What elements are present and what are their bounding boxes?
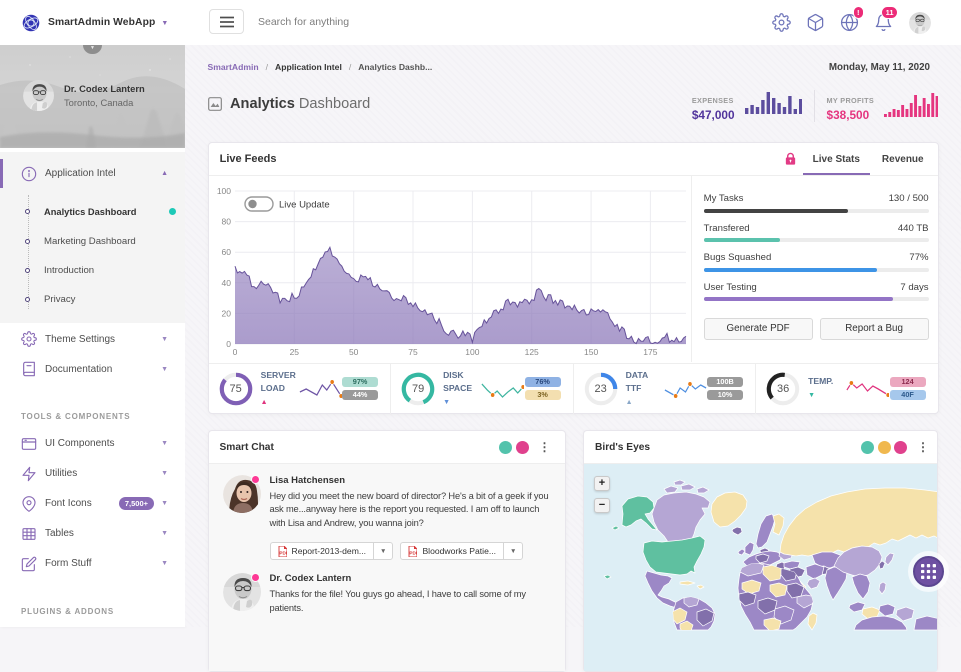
svg-text:0: 0 bbox=[226, 339, 231, 349]
svg-text:100: 100 bbox=[216, 186, 230, 196]
svg-text:PDF: PDF bbox=[279, 550, 287, 555]
svg-text:175: 175 bbox=[643, 347, 657, 357]
svg-text:60: 60 bbox=[221, 247, 231, 257]
svg-text:40: 40 bbox=[221, 278, 231, 288]
svg-text:0: 0 bbox=[232, 347, 237, 357]
svg-text:25: 25 bbox=[289, 347, 299, 357]
svg-text:PDF: PDF bbox=[410, 550, 418, 555]
svg-text:50: 50 bbox=[349, 347, 359, 357]
svg-text:150: 150 bbox=[584, 347, 598, 357]
svg-text:100: 100 bbox=[465, 347, 479, 357]
svg-text:125: 125 bbox=[524, 347, 538, 357]
svg-text:75: 75 bbox=[408, 347, 418, 357]
svg-text:20: 20 bbox=[221, 308, 231, 318]
svg-text:80: 80 bbox=[221, 217, 231, 227]
svg-text:Live Update: Live Update bbox=[279, 200, 330, 211]
